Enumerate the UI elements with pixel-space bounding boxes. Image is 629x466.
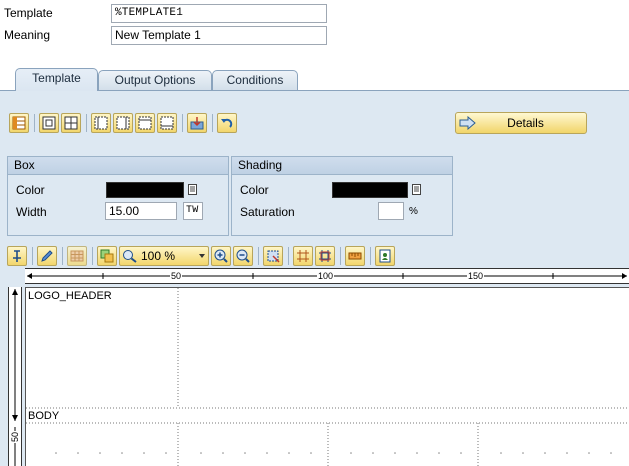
shading-color-swatch[interactable] — [332, 182, 408, 198]
copy-icon[interactable] — [97, 246, 117, 266]
separator — [288, 247, 289, 265]
merge-right-icon[interactable] — [113, 113, 133, 133]
select-area-icon[interactable] — [263, 246, 283, 266]
pencil-icon[interactable] — [37, 246, 57, 266]
meaning-field[interactable]: New Template 1 — [111, 25, 327, 45]
zoom-value: 100 % — [141, 249, 176, 263]
vertical-ruler: 50 — [8, 287, 22, 466]
details-label: Details — [507, 116, 544, 130]
merge-up-icon[interactable] — [135, 113, 155, 133]
insert-cell-icon[interactable] — [39, 113, 59, 133]
box-group: Box Color Width 15.00 TW — [7, 156, 229, 236]
value-help-icon[interactable] — [412, 184, 421, 195]
settings-icon[interactable] — [375, 246, 395, 266]
shading-group: Shading Color Saturation % — [231, 156, 453, 236]
separator — [340, 247, 341, 265]
template-label: Template — [4, 6, 53, 20]
ruler-icon[interactable] — [345, 246, 365, 266]
table-toolbar — [9, 112, 239, 134]
window-logo-header[interactable]: LOGO_HEADER — [28, 290, 112, 302]
separator — [62, 247, 63, 265]
pin-icon[interactable] — [7, 246, 27, 266]
separator — [34, 114, 35, 132]
table-icon[interactable] — [9, 113, 29, 133]
merge-down-icon[interactable] — [157, 113, 177, 133]
tab-strip: Template Output Options Conditions — [0, 66, 629, 91]
separator — [258, 247, 259, 265]
grid-snap-icon[interactable] — [315, 246, 335, 266]
zoom-icon — [123, 250, 137, 263]
value-help-icon[interactable] — [188, 184, 197, 195]
saturation-field[interactable] — [378, 202, 404, 220]
details-button[interactable]: Details — [455, 112, 587, 134]
template-field[interactable]: %TEMPLATE1 — [111, 3, 327, 23]
separator — [182, 114, 183, 132]
canvas-grid — [26, 288, 629, 466]
separator — [32, 247, 33, 265]
horizontal-ruler: 50 100 150 — [25, 268, 629, 284]
window-body[interactable]: BODY — [28, 410, 59, 422]
separator — [370, 247, 371, 265]
tab-output-options[interactable]: Output Options — [98, 70, 212, 90]
ruler-label-150: 150 — [467, 271, 485, 281]
shading-title: Shading — [232, 157, 452, 175]
ruler-label-100: 100 — [317, 271, 335, 281]
meaning-label: Meaning — [4, 28, 51, 42]
percent-label: % — [409, 206, 418, 217]
split-cell-icon[interactable] — [61, 113, 81, 133]
box-title: Box — [8, 157, 228, 175]
template-row: Template %TEMPLATE1 — [0, 2, 629, 24]
unit-field[interactable]: TW — [183, 202, 203, 220]
shading-color-label: Color — [240, 183, 269, 197]
separator — [86, 114, 87, 132]
arrow-right-icon — [459, 116, 476, 130]
undo-icon[interactable] — [217, 113, 237, 133]
import-icon[interactable] — [187, 113, 207, 133]
grid-table-icon[interactable] — [67, 246, 87, 266]
zoom-out-icon[interactable] — [233, 246, 253, 266]
ruler-label-50: 50 — [170, 271, 183, 281]
box-color-label: Color — [16, 183, 45, 197]
merge-left-icon[interactable] — [91, 113, 111, 133]
box-color-swatch[interactable] — [106, 182, 184, 198]
layout-canvas[interactable]: LOGO_HEADER BODY — [25, 287, 629, 466]
grid-icon[interactable] — [293, 246, 313, 266]
tab-conditions[interactable]: Conditions — [212, 70, 298, 90]
layout-toolbar: 100 % — [7, 245, 397, 267]
zoom-dropdown[interactable]: 100 % — [119, 246, 209, 266]
zoom-in-icon[interactable] — [211, 246, 231, 266]
ruler-label-50-vertical: 50 — [10, 430, 21, 444]
separator — [212, 114, 213, 132]
saturation-label: Saturation — [240, 205, 295, 219]
chevron-down-icon — [199, 254, 205, 258]
tab-template[interactable]: Template — [15, 68, 98, 91]
separator — [92, 247, 93, 265]
box-width-field[interactable]: 15.00 — [105, 202, 177, 220]
meaning-row: Meaning New Template 1 — [0, 24, 629, 46]
box-width-label: Width — [16, 205, 47, 219]
